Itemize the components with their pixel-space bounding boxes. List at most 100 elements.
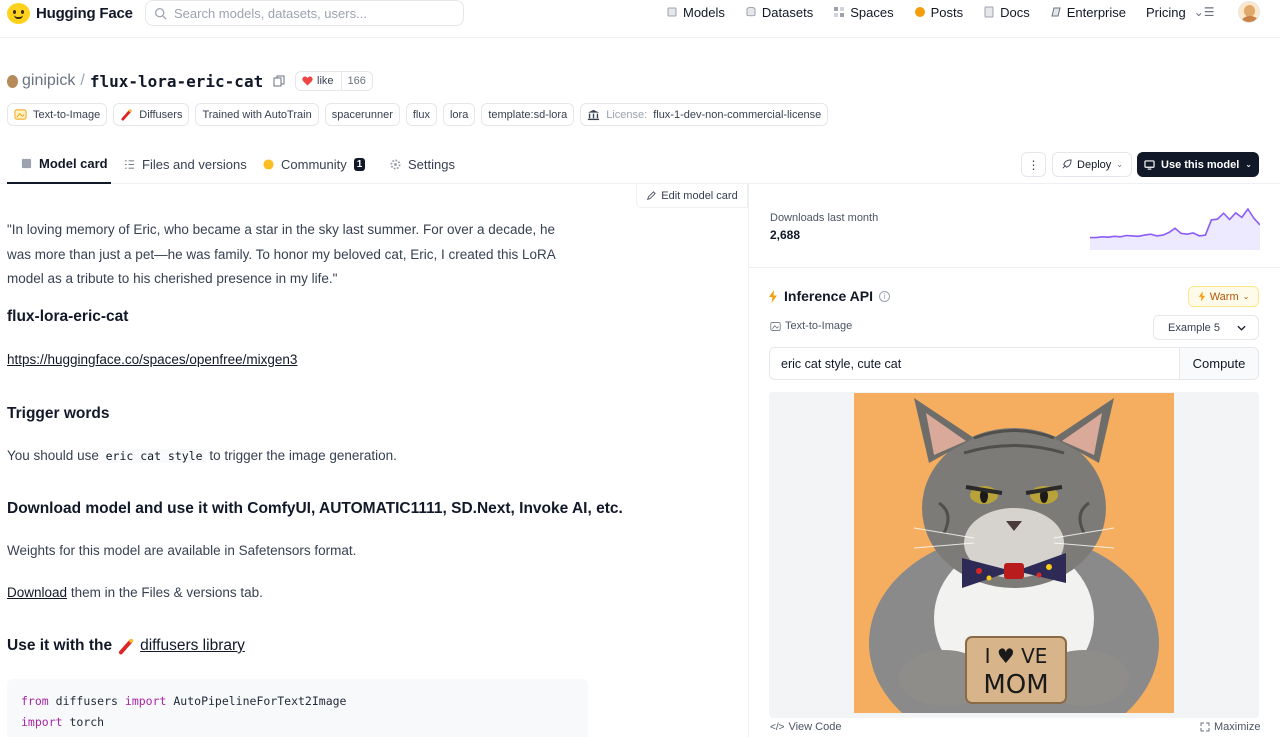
tab-community[interactable]: Community 1 (263, 144, 366, 184)
compute-button[interactable]: Compute (1179, 347, 1259, 380)
nav-docs-label: Docs (1000, 4, 1030, 20)
nav-posts-label: Posts (930, 4, 964, 20)
tab-label: Settings (408, 156, 455, 172)
lightning-icon (769, 289, 777, 303)
trigger-paragraph: You should use eric cat style to trigger… (7, 448, 397, 463)
like-action[interactable]: like (296, 75, 341, 87)
heart-icon (302, 76, 313, 86)
example-select[interactable]: Example 5 (1153, 315, 1259, 340)
nav-spaces[interactable]: Spaces (833, 4, 894, 20)
nav-pricing-label: Pricing (1146, 4, 1186, 20)
tab-settings[interactable]: Settings (390, 144, 455, 184)
weights-paragraph: Weights for this model are available in … (7, 543, 357, 558)
maximize-button[interactable]: Maximize (1200, 721, 1260, 733)
nav-links: Models Datasets Spaces Posts Docs Enterp… (666, 3, 1229, 21)
user-avatar[interactable] (1238, 1, 1260, 23)
monitor-icon (1144, 159, 1155, 170)
inference-title-label: Inference API (784, 288, 873, 304)
tag-spacerunner[interactable]: spacerunner (324, 103, 400, 126)
license-icon (588, 109, 600, 121)
nav-datasets[interactable]: Datasets (745, 5, 813, 20)
use-this-model-button[interactable]: Use this model ⌄ (1137, 152, 1259, 177)
use-model-label: Use this model (1161, 158, 1240, 171)
diffusers-icon (121, 109, 132, 121)
tag-label: spacerunner (331, 108, 393, 121)
repo-owner[interactable]: ginipick (22, 72, 75, 90)
tag-lora[interactable]: lora (442, 103, 476, 126)
tag-text-to-image[interactable]: Text-to-Image (7, 103, 108, 126)
code-block: from diffusers import AutoPipelineForTex… (7, 679, 588, 737)
downloads-label: Downloads last month (770, 212, 879, 224)
brand-link[interactable]: Hugging Face (7, 2, 133, 24)
memorial-quote: "In loving memory of Eric, who became a … (7, 222, 556, 286)
deploy-button[interactable]: Deploy ⌄ (1052, 152, 1132, 177)
search-input[interactable] (174, 5, 454, 21)
hamburger-menu-icon[interactable]: ⌄☰ (1194, 5, 1215, 19)
view-code-link[interactable]: </> View Code (770, 721, 841, 733)
tag-template[interactable]: template:sd-lora (481, 103, 575, 126)
sign-line-2: MOM (983, 670, 1048, 700)
space-link-paragraph: https://huggingface.co/spaces/openfree/m… (7, 352, 297, 367)
maximize-label: Maximize (1214, 721, 1261, 733)
trigger-code: eric cat style (102, 449, 206, 463)
example-value: Example 5 (1168, 321, 1220, 334)
kebab-icon: ⋮ (1027, 157, 1040, 172)
tag-list: Text-to-Image Diffusers Trained with Aut… (7, 103, 829, 126)
like-button[interactable]: like 166 (295, 71, 373, 91)
code-token: AutoPipelineForText2Image (173, 694, 347, 708)
nav-models[interactable]: Models (666, 5, 725, 20)
info-icon[interactable]: i (878, 290, 890, 302)
enterprise-icon (1051, 7, 1061, 17)
tag-license[interactable]: License: flux-1-dev-non-commercial-licen… (580, 103, 829, 126)
repo-header: ginipick / flux-lora-eric-cat (7, 70, 285, 92)
docs-icon (984, 6, 994, 18)
space-link[interactable]: https://huggingface.co/spaces/openfree/m… (7, 352, 297, 367)
code-keyword: import (124, 694, 167, 708)
nav-enterprise[interactable]: Enterprise (1050, 5, 1126, 20)
code-line-2: import torch (21, 712, 574, 733)
code-line-1: from diffusers import AutoPipelineForTex… (21, 691, 574, 712)
chevron-down-icon: ⌄ (1245, 160, 1252, 169)
code-token: torch (69, 715, 105, 729)
tag-diffusers[interactable]: Diffusers (113, 103, 190, 126)
warm-status-badge[interactable]: Warm ⌄ (1188, 286, 1259, 307)
downloads-sparkline (1090, 207, 1260, 250)
nav-models-label: Models (683, 4, 725, 20)
more-options-button[interactable]: ⋮ (1021, 152, 1046, 177)
tag-label: flux (412, 108, 430, 121)
cat-illustration: I ♥ VE MOM (869, 398, 1159, 713)
tag-label: lora (449, 108, 469, 121)
nav-docs[interactable]: Docs (983, 5, 1030, 20)
warm-label: Warm (1209, 290, 1239, 303)
diffusers-library-link[interactable]: diffusers library (140, 637, 245, 655)
inference-api-title: Inference API i (768, 288, 890, 304)
nav-posts[interactable]: Posts (914, 4, 964, 20)
tab-model-card[interactable]: Model card (7, 144, 111, 184)
trigger-words-heading: Trigger words (7, 405, 110, 422)
deploy-label: Deploy (1077, 158, 1112, 171)
generated-cat-image: I ♥ VE MOM (854, 393, 1174, 713)
nav-spaces-label: Spaces (850, 4, 894, 20)
tag-label: Trained with AutoTrain (202, 108, 312, 121)
license-value: flux-1-dev-non-commercial-license (653, 108, 822, 121)
nav-pricing[interactable]: Pricing (1146, 5, 1186, 20)
diffusers-heading-pre: Use it with the (7, 637, 113, 654)
trigger-pre: You should use (7, 448, 99, 463)
tag-label: Diffusers (139, 108, 183, 121)
tag-autotrain[interactable]: Trained with AutoTrain (195, 103, 319, 126)
repo-name[interactable]: flux-lora-eric-cat (90, 72, 263, 91)
download-link[interactable]: Download (7, 585, 67, 600)
task-name: Text-to-Image (785, 320, 853, 332)
tab-files[interactable]: Files and versions (124, 144, 247, 184)
prompt-input[interactable]: eric cat style, cute cat (769, 347, 1180, 380)
search-box[interactable] (145, 0, 464, 26)
sign-line-1: I ♥ VE (985, 644, 1048, 668)
tag-label: Text-to-Image (33, 108, 101, 121)
posts-icon (914, 7, 925, 17)
edit-model-card-button[interactable]: Edit model card (636, 184, 748, 208)
tag-flux[interactable]: flux (405, 103, 437, 126)
copy-icon[interactable] (273, 75, 285, 87)
view-code-label: View Code (788, 721, 842, 733)
datasets-icon (746, 6, 756, 17)
diffusers-heading: Use it with the diffusers library (7, 637, 245, 655)
